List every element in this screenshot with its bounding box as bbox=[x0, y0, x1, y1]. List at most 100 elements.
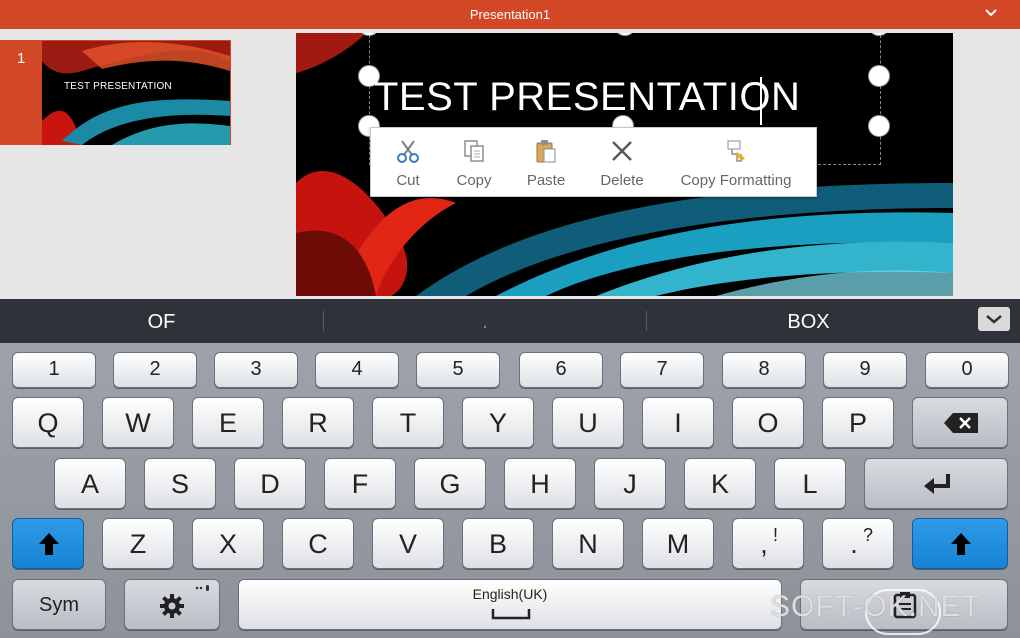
key-label: S bbox=[170, 469, 189, 499]
slide-thumbnail[interactable]: TEST PRESENTATION bbox=[42, 41, 230, 145]
key-label: L bbox=[802, 469, 818, 499]
key-l[interactable]: L bbox=[774, 458, 846, 509]
mic-dots-icon bbox=[195, 585, 209, 591]
key-h[interactable]: H bbox=[504, 458, 576, 509]
key-c[interactable]: C bbox=[282, 518, 354, 569]
key-d[interactable]: D bbox=[234, 458, 306, 509]
key-label: Q bbox=[37, 408, 59, 438]
key-label: P bbox=[848, 408, 867, 438]
key-b[interactable]: B bbox=[462, 518, 534, 569]
copy-icon bbox=[464, 140, 484, 162]
key-label: 2 bbox=[149, 358, 161, 380]
key-r[interactable]: R bbox=[282, 397, 354, 448]
shift-key-left[interactable] bbox=[12, 518, 84, 569]
context-menu: Cut Copy Paste Delete Copy Formatting bbox=[370, 127, 817, 197]
copy-label: Copy bbox=[456, 172, 492, 189]
delete-x-icon bbox=[612, 141, 632, 161]
key-t[interactable]: T bbox=[372, 397, 444, 448]
key-n[interactable]: N bbox=[552, 518, 624, 569]
cut-button[interactable]: Cut bbox=[379, 128, 437, 198]
key-e[interactable]: E bbox=[192, 397, 264, 448]
key-v[interactable]: V bbox=[372, 518, 444, 569]
hide-keyboard-button[interactable] bbox=[978, 307, 1010, 331]
key-i[interactable]: I bbox=[642, 397, 714, 448]
key-8[interactable]: 8 bbox=[722, 352, 806, 388]
key-alt-label: ! bbox=[773, 525, 779, 545]
key-label: 5 bbox=[452, 358, 464, 380]
key-period[interactable]: . ? bbox=[822, 518, 894, 569]
space-bar[interactable]: English(UK) bbox=[238, 579, 782, 630]
key-alt-label: ? bbox=[863, 525, 874, 545]
key-label: 0 bbox=[961, 358, 973, 380]
key-label: K bbox=[710, 469, 729, 499]
delete-button[interactable]: Delete bbox=[589, 128, 655, 198]
suggestion-middle[interactable]: . bbox=[324, 311, 646, 334]
shift-key-right[interactable] bbox=[912, 518, 1008, 569]
key-k[interactable]: K bbox=[684, 458, 756, 509]
copy-formatting-button[interactable]: Copy Formatting bbox=[671, 128, 801, 198]
key-p[interactable]: P bbox=[822, 397, 894, 448]
key-label: D bbox=[260, 469, 280, 499]
format-painter-icon bbox=[727, 140, 745, 162]
key-s[interactable]: S bbox=[144, 458, 216, 509]
key-6[interactable]: 6 bbox=[519, 352, 603, 388]
key-0[interactable]: 0 bbox=[925, 352, 1009, 388]
suggestion-left[interactable]: OF bbox=[0, 311, 323, 334]
slide-thumbnail-item[interactable]: 1 TEST PRESENTATION bbox=[0, 40, 231, 145]
key-label: I bbox=[674, 408, 682, 438]
space-language-label: English(UK) bbox=[472, 586, 548, 602]
key-5[interactable]: 5 bbox=[416, 352, 500, 388]
key-y[interactable]: Y bbox=[462, 397, 534, 448]
key-x[interactable]: X bbox=[192, 518, 264, 569]
key-label: Sym bbox=[39, 594, 79, 616]
key-label: 7 bbox=[656, 358, 668, 380]
scissors-icon bbox=[397, 140, 419, 163]
key-u[interactable]: U bbox=[552, 397, 624, 448]
space-icon bbox=[491, 609, 531, 620]
key-m[interactable]: M bbox=[642, 518, 714, 569]
slide-number: 1 bbox=[17, 50, 26, 67]
key-label: O bbox=[757, 408, 779, 438]
key-label: . bbox=[850, 529, 858, 559]
resize-handle-mid-right[interactable] bbox=[868, 65, 890, 87]
shift-arrow-icon bbox=[39, 533, 59, 555]
key-label: C bbox=[308, 529, 328, 559]
key-1[interactable]: 1 bbox=[12, 352, 96, 388]
key-a[interactable]: A bbox=[54, 458, 126, 509]
key-g[interactable]: G bbox=[414, 458, 486, 509]
gear-icon bbox=[160, 594, 184, 618]
thumbnail-background bbox=[42, 41, 230, 145]
key-7[interactable]: 7 bbox=[620, 352, 704, 388]
sym-key[interactable]: Sym bbox=[12, 579, 106, 630]
cut-label: Cut bbox=[396, 172, 420, 189]
resize-handle-bottom-right[interactable] bbox=[868, 115, 890, 137]
key-label: F bbox=[351, 469, 369, 499]
key-z[interactable]: Z bbox=[102, 518, 174, 569]
key-q[interactable]: Q bbox=[12, 397, 84, 448]
key-label: B bbox=[488, 529, 507, 559]
key-j[interactable]: J bbox=[594, 458, 666, 509]
slide-title-text[interactable]: TEST PRESENTATION bbox=[374, 75, 800, 120]
copy-button[interactable]: Copy bbox=[443, 128, 505, 198]
text-cursor bbox=[760, 77, 762, 125]
shift-arrow-icon bbox=[951, 533, 971, 555]
key-2[interactable]: 2 bbox=[113, 352, 197, 388]
key-label: M bbox=[666, 529, 690, 559]
suggestion-right[interactable]: BOX bbox=[647, 311, 970, 334]
key-label: W bbox=[125, 408, 151, 438]
backspace-key[interactable] bbox=[912, 397, 1008, 448]
key-3[interactable]: 3 bbox=[214, 352, 298, 388]
paste-button[interactable]: Paste bbox=[515, 128, 577, 198]
copy-formatting-label: Copy Formatting bbox=[680, 172, 792, 189]
chevron-down-icon[interactable] bbox=[984, 6, 998, 20]
key-w[interactable]: W bbox=[102, 397, 174, 448]
key-4[interactable]: 4 bbox=[315, 352, 399, 388]
key-f[interactable]: F bbox=[324, 458, 396, 509]
key-label: 6 bbox=[555, 358, 567, 380]
key-comma[interactable]: , ! bbox=[732, 518, 804, 569]
key-9[interactable]: 9 bbox=[823, 352, 907, 388]
key-label: 9 bbox=[859, 358, 871, 380]
settings-key[interactable] bbox=[124, 579, 220, 630]
key-o[interactable]: O bbox=[732, 397, 804, 448]
enter-key[interactable] bbox=[864, 458, 1008, 509]
